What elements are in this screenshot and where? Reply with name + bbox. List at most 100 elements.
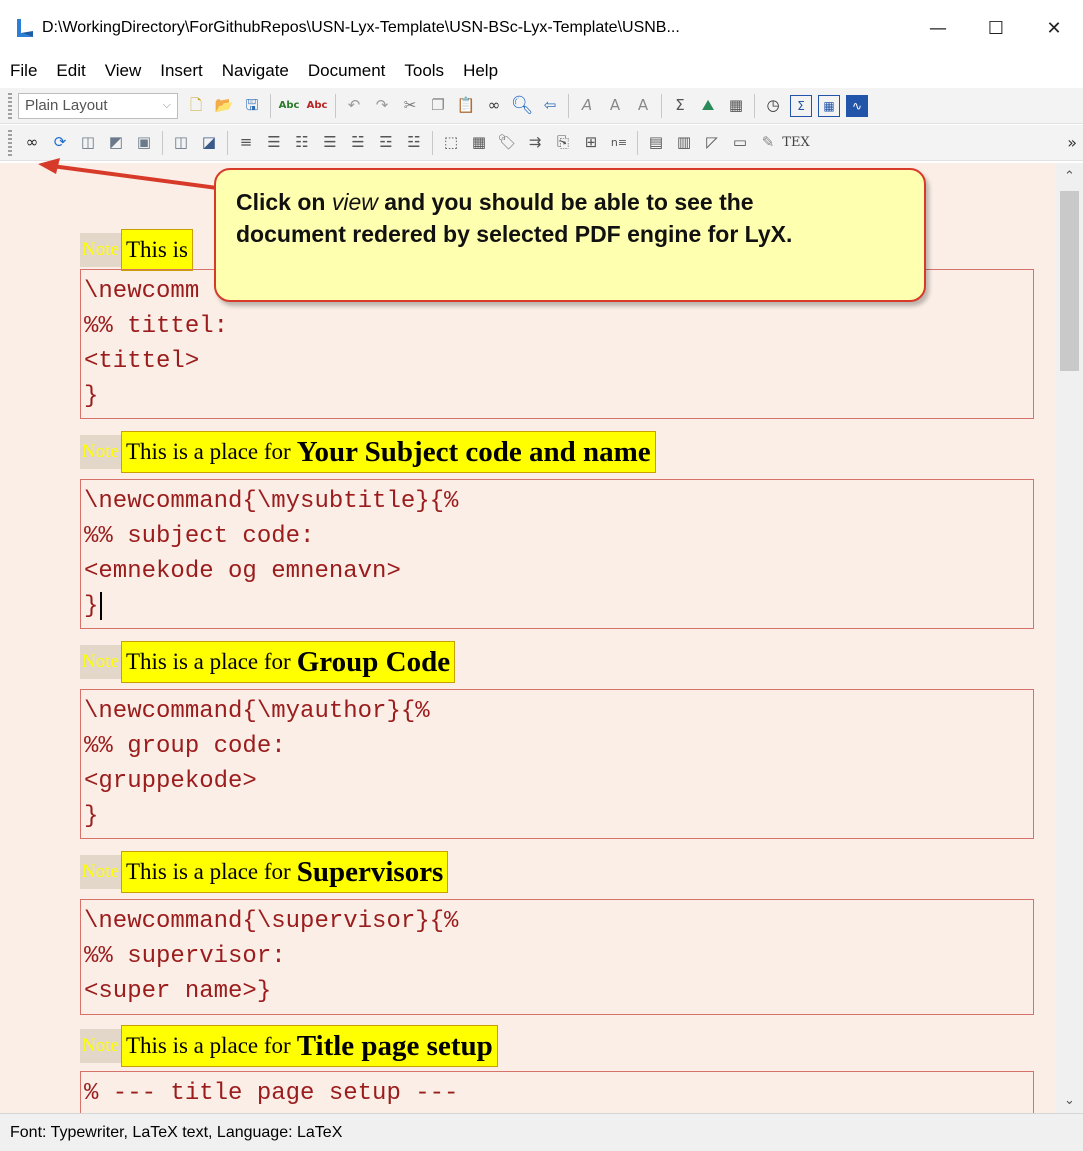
cut-icon[interactable]: ✂	[399, 95, 421, 117]
note-tag[interactable]: Note	[80, 435, 121, 469]
menu-insert[interactable]: Insert	[160, 61, 203, 81]
note-tag[interactable]: Note	[80, 233, 121, 267]
toolbar-grip[interactable]	[8, 92, 12, 119]
ert-box-supervisors[interactable]: \newcommand{\supervisor}{% %% supervisor…	[80, 899, 1034, 1015]
list-outdent-icon[interactable]: ☲	[375, 132, 397, 154]
view-other-icon[interactable]: ◫	[170, 132, 192, 154]
paste-icon[interactable]: 📋	[455, 95, 477, 117]
text-style-icon[interactable]: A	[576, 95, 598, 117]
menu-navigate[interactable]: Navigate	[222, 61, 289, 81]
list-description-icon[interactable]: ☰	[319, 132, 341, 154]
note-row-supervisors[interactable]: Note This is a place for Supervisors	[80, 851, 449, 893]
tex-icon[interactable]: TEX	[782, 132, 809, 154]
paragraph-settings-icon[interactable]: ▥	[673, 132, 695, 154]
text-box-icon[interactable]: ▭	[729, 132, 751, 154]
update-master-icon[interactable]: ◩	[105, 132, 127, 154]
scroll-thumb[interactable]	[1060, 191, 1079, 371]
note-tag[interactable]: Note	[80, 1029, 121, 1063]
insert-figure-icon[interactable]: ⛰	[697, 95, 719, 117]
scroll-down-icon[interactable]: ⌄	[1056, 1089, 1083, 1111]
find-icon[interactable]: 🔍︎	[511, 95, 534, 117]
text-cursor	[100, 591, 103, 620]
list-outdent-2-icon[interactable]: ☳	[403, 132, 425, 154]
note-text-bold: Title page setup	[296, 1029, 493, 1062]
new-document-icon[interactable]: 🗋	[185, 95, 207, 117]
lyx-app-icon	[17, 19, 33, 37]
text-noun-icon[interactable]: A	[632, 95, 654, 117]
ert-box-subject[interactable]: \newcommand{\mysubtitle}{% %% subject co…	[80, 479, 1034, 629]
view-master-icon[interactable]: ◫	[77, 132, 99, 154]
redo-icon[interactable]: ↷	[371, 95, 393, 117]
update-other-icon[interactable]: ◪	[198, 132, 220, 154]
menu-document[interactable]: Document	[308, 61, 385, 81]
separator	[227, 130, 228, 155]
code-line: \newcommand{\supervisor}{%	[84, 908, 459, 935]
list-number-icon[interactable]: ☷	[291, 132, 313, 154]
spellcheck-continuous-icon[interactable]: Abc	[306, 95, 328, 117]
insert-table-icon[interactable]: ▦	[725, 95, 747, 117]
copy-icon[interactable]: ❐	[427, 95, 449, 117]
vertical-scrollbar[interactable]: ⌃ ⌄	[1056, 163, 1083, 1113]
math-macro-icon[interactable]: ∿	[846, 94, 868, 117]
insert-table-2-icon[interactable]: ▦	[468, 132, 490, 154]
align-icon[interactable]: ≡	[235, 132, 257, 154]
code-line-with-cursor: }	[84, 589, 1033, 624]
note-icon[interactable]: ◸	[701, 132, 723, 154]
document-work-area[interactable]: Note This is \newcomm %% tittel: <tittel…	[0, 163, 1056, 1113]
tex-code-icon[interactable]: ✎	[757, 132, 779, 154]
update-icon[interactable]: ⟳	[49, 132, 71, 154]
open-folder-icon[interactable]: 📂	[213, 95, 235, 117]
note-text-bold: Supervisors	[296, 855, 444, 888]
menu-help[interactable]: Help	[463, 61, 498, 81]
toolbar-overflow-button[interactable]: »	[1067, 133, 1077, 152]
view-icon[interactable]: ∞	[21, 132, 43, 154]
maximize-button[interactable]: ☐	[967, 0, 1025, 56]
text-emphasis-icon[interactable]: A	[604, 95, 626, 117]
close-button[interactable]: ✕	[1025, 0, 1083, 56]
navigate-back-icon[interactable]: ⇦	[539, 95, 561, 117]
paragraph-icon[interactable]: ▤	[645, 132, 667, 154]
math-mode-icon[interactable]: Σ	[790, 94, 812, 117]
minimize-button[interactable]: —	[909, 0, 967, 56]
code-line: \newcommand{\myauthor}{%	[84, 698, 430, 725]
refresh-icon[interactable]: ▣	[133, 132, 155, 154]
note-row-subject[interactable]: Note This is a place for Your Subject cod…	[80, 431, 656, 473]
menu-tools[interactable]: Tools	[404, 61, 444, 81]
insert-label-icon[interactable]: 🏷︎	[496, 132, 518, 154]
note-text-bold: Group Code	[296, 645, 451, 678]
menu-edit[interactable]: Edit	[56, 61, 85, 81]
note-tag[interactable]: Note	[80, 645, 121, 679]
note-row-title[interactable]: Note This is	[80, 229, 193, 271]
list-bullet-icon[interactable]: ☰	[263, 132, 285, 154]
toolbar-standard: Plain Layout ⌵ 🗋 📂 🖫 Abc Abc ↶ ↷ ✂ ❐ 📋 ∞…	[0, 88, 1083, 124]
menu-bar: File Edit View Insert Navigate Document …	[0, 56, 1083, 86]
scroll-up-icon[interactable]: ⌃	[1056, 165, 1083, 187]
undo-icon[interactable]: ↶	[343, 95, 365, 117]
layout-select[interactable]: Plain Layout ⌵	[18, 92, 178, 119]
save-icon[interactable]: 🖫	[241, 95, 263, 117]
math-matrix-icon[interactable]: ▦	[818, 94, 840, 117]
find-replace-icon[interactable]: ∞	[483, 95, 505, 117]
math-sum-icon[interactable]: Σ	[669, 95, 691, 117]
note-text: This is	[120, 229, 193, 271]
ert-box-group[interactable]: \newcommand{\myauthor}{% %% group code: …	[80, 689, 1034, 839]
callout-text: Click on	[236, 189, 332, 215]
insert-citation-icon[interactable]: ⎘	[552, 132, 574, 154]
menu-view[interactable]: View	[105, 61, 142, 81]
spellcheck-icon[interactable]: Abc	[278, 95, 300, 117]
note-tag[interactable]: Note	[80, 855, 121, 889]
code-line: <tittel>	[84, 348, 200, 375]
insert-reference-icon[interactable]: ⇉	[524, 132, 546, 154]
code-line: %% subject code:	[84, 523, 315, 550]
insert-index-icon[interactable]: ⊞	[580, 132, 602, 154]
note-row-group[interactable]: Note This is a place for Group Code	[80, 641, 456, 683]
insert-nomenclature-icon[interactable]: n≡	[608, 132, 630, 154]
note-row-title-page[interactable]: Note This is a place for Title page setup	[80, 1025, 498, 1067]
ert-box-title-page[interactable]: % --- title page setup ---	[80, 1071, 1034, 1113]
menu-file[interactable]: File	[10, 61, 37, 81]
navigator-icon[interactable]: ◷	[762, 95, 784, 117]
list-indent-icon[interactable]: ☱	[347, 132, 369, 154]
insert-graphics-icon[interactable]: ⬚	[440, 132, 462, 154]
toolbar-grip[interactable]	[8, 129, 12, 156]
code-line: }	[84, 803, 99, 830]
